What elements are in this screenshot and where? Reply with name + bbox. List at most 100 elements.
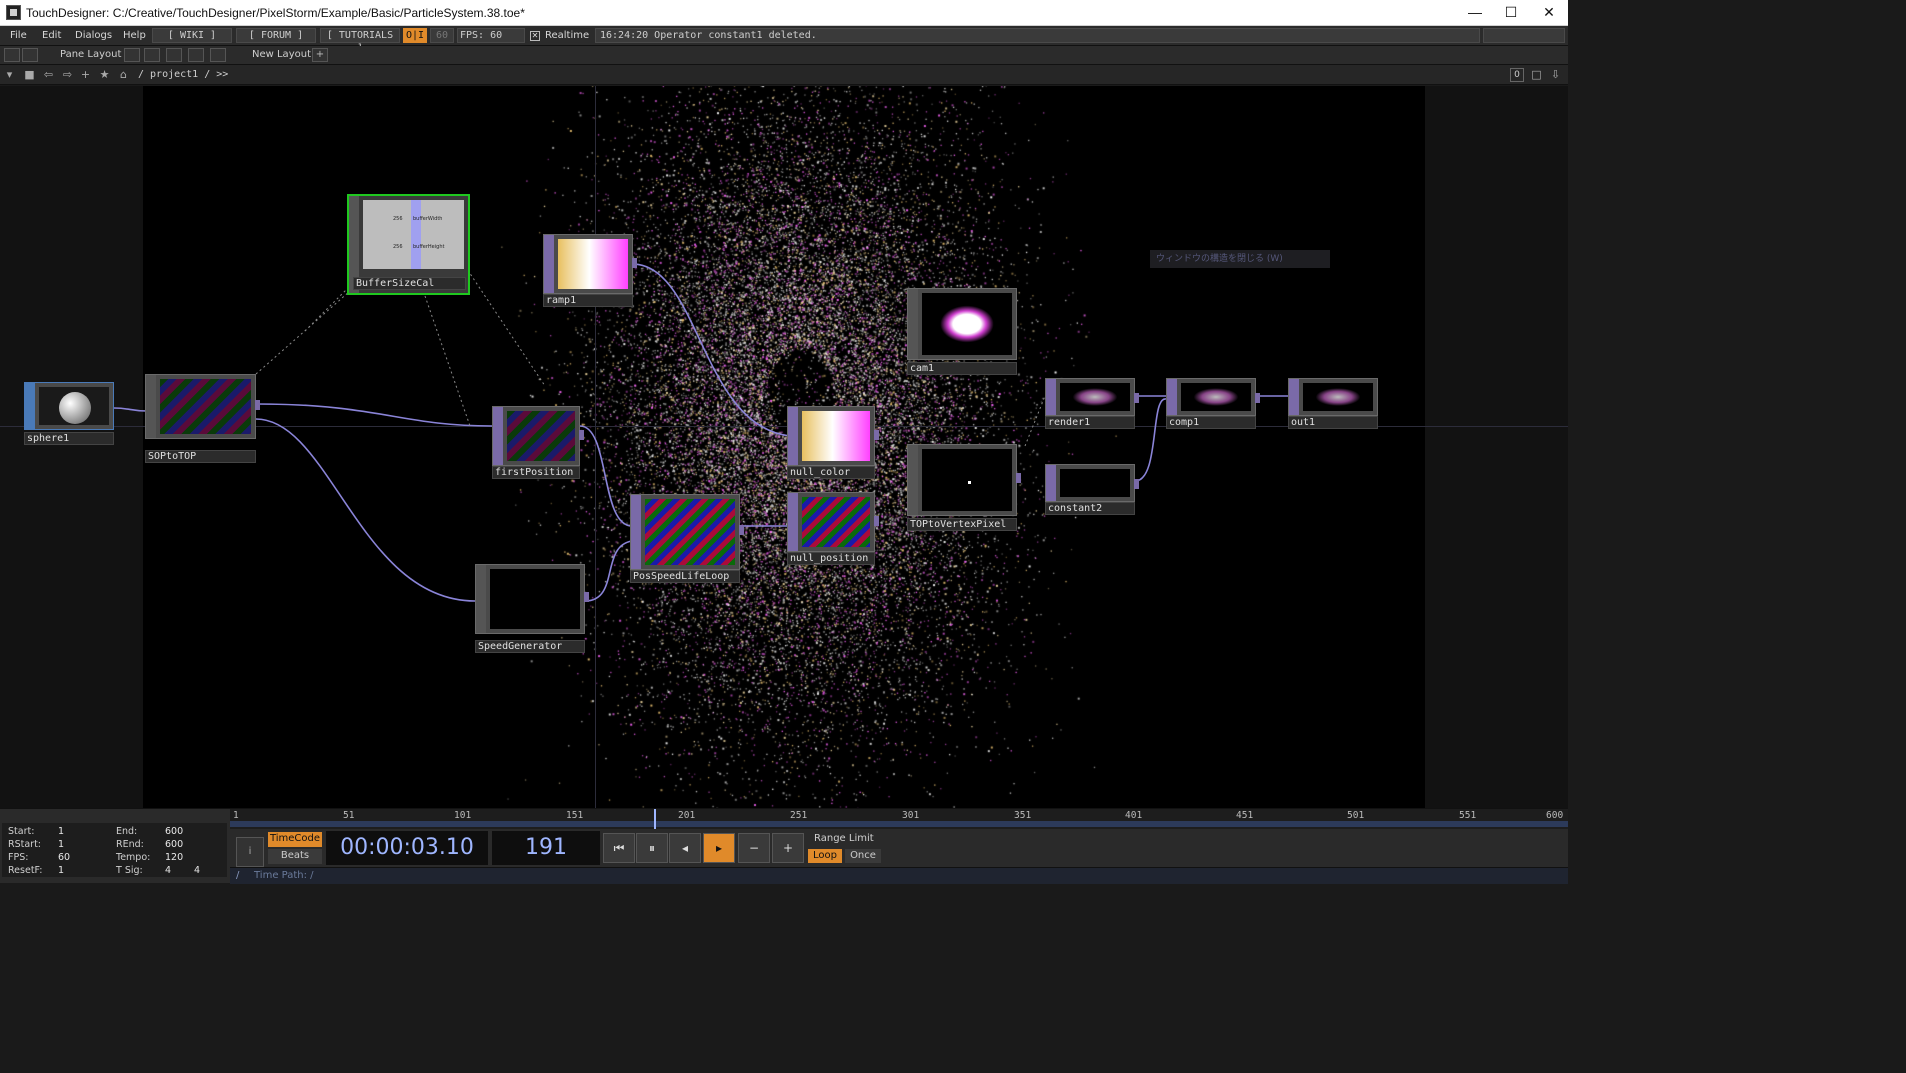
node-firstposition[interactable] (492, 406, 584, 466)
forward-icon[interactable]: ⇨ (60, 68, 75, 82)
layout-split-v-icon[interactable] (144, 48, 160, 62)
chevron-down-icon[interactable]: ▾ (2, 68, 17, 82)
layout-four-icon[interactable] (210, 48, 226, 62)
node-label: constant2 (1045, 502, 1135, 515)
node-comp1[interactable] (1166, 378, 1260, 416)
node-out1[interactable] (1288, 378, 1378, 416)
node-sphere1[interactable] (24, 382, 114, 430)
sphere-preview (59, 392, 91, 424)
layout-three-icon[interactable] (188, 48, 204, 62)
timecode-toggle[interactable]: TimeCode (268, 832, 322, 847)
node-label: sphere1 (24, 432, 114, 445)
star-icon[interactable]: ★ (97, 68, 112, 82)
layout-split-h-icon[interactable] (166, 48, 182, 62)
frame-display[interactable]: 191 (492, 831, 600, 865)
wire (255, 418, 476, 602)
node-label: BufferSizeCal (353, 277, 466, 290)
realtime-checkbox[interactable]: ✕ (530, 31, 540, 41)
ruler-tick: 551 (1459, 810, 1477, 821)
step-back-icon[interactable]: ◂ (669, 833, 701, 863)
node-speedgenerator[interactable] (475, 564, 589, 634)
node-null-color[interactable] (787, 406, 879, 466)
stat-value[interactable]: 60 (58, 852, 70, 863)
play-icon[interactable]: ▸ (703, 833, 735, 863)
node-label: null_position (787, 552, 875, 565)
timecode-display[interactable]: 00:00:03.10 (326, 831, 488, 865)
ruler-tick: 51 (343, 810, 355, 821)
tutorials-button[interactable]: [ TUTORIALS ] (320, 28, 400, 54)
loop-toggle[interactable]: Loop (808, 849, 842, 863)
node-ramp1[interactable] (543, 234, 637, 294)
fps-label: FPS: (460, 30, 485, 41)
playhead[interactable] (654, 809, 656, 829)
menu-help[interactable]: Help (123, 30, 146, 41)
minus-icon[interactable]: − (738, 833, 770, 863)
ruler-tick: 201 (678, 810, 696, 821)
node-cam1[interactable] (907, 288, 1017, 360)
node-label: cam1 (907, 362, 1017, 375)
node-label: SOPtoTOP (145, 450, 256, 463)
stat-label: End: (116, 826, 138, 837)
fps-display: FPS: 60 (457, 28, 525, 43)
pane-layout-label: Pane Layout (60, 49, 122, 60)
node-label: SpeedGenerator (475, 640, 585, 653)
stop-icon[interactable]: ■ (22, 68, 37, 82)
download-icon[interactable]: ⇩ (1548, 68, 1563, 82)
stat-value[interactable]: 4 (194, 865, 200, 876)
wiki-button[interactable]: [ WIKI ] (152, 28, 232, 43)
column-highlight (411, 200, 421, 269)
plus-icon[interactable]: + (772, 833, 804, 863)
timeline-range-bar[interactable] (230, 821, 1568, 827)
stat-value[interactable]: 1 (58, 826, 64, 837)
network-editor[interactable]: ウィンドウの構造を閉じる (W) sphere1 SOPtoTOP 256 bu… (0, 86, 1568, 808)
close-button[interactable]: ✕ (1526, 0, 1572, 26)
pause-icon[interactable]: ⏸ (636, 833, 668, 863)
node-render1[interactable] (1045, 378, 1139, 416)
node-label: ramp1 (543, 294, 633, 307)
menu-edit[interactable]: Edit (42, 30, 61, 41)
timeline-ruler[interactable]: 1 51 101 151 201 251 301 351 401 451 501… (230, 809, 1568, 829)
add-layout-button[interactable]: + (312, 48, 328, 62)
forum-button[interactable]: [ FORUM ] (236, 28, 316, 43)
timeline-bar: 1 51 101 151 201 251 301 351 401 451 501… (0, 808, 1568, 884)
stat-value[interactable]: 1 (58, 865, 64, 876)
time-stats-panel: Start: 1 RStart: 1 FPS: 60 ResetF: 1 End… (2, 823, 227, 877)
dependency-line (304, 285, 351, 332)
pane-image-icon[interactable] (4, 48, 20, 62)
menu-dialogs[interactable]: Dialogs (75, 30, 112, 41)
back-icon[interactable]: ⇦ (41, 68, 56, 82)
fps-value: 60 (490, 30, 503, 41)
stat-value[interactable]: 600 (165, 839, 183, 850)
once-toggle[interactable]: Once (845, 849, 881, 863)
oi-toggle[interactable]: O|I (403, 28, 427, 43)
path-bar: ▾ ■ ⇦ ⇨ + ★ ⌂ / project1 / >> 0 □ ⇩ (0, 65, 1568, 85)
node-buffersizecal[interactable]: 256 bufferWidth 256 bufferHeight BufferS… (347, 194, 470, 295)
add-icon[interactable]: + (78, 68, 93, 82)
stat-value[interactable]: 1 (58, 839, 64, 850)
node-null-position[interactable] (787, 492, 879, 552)
node-posspeedlifeloop[interactable] (630, 494, 744, 570)
stat-value[interactable]: 120 (165, 852, 183, 863)
node-toptovertex[interactable] (907, 444, 1021, 516)
buffer-value: 256 (393, 244, 403, 250)
home-icon[interactable]: ⌂ (116, 68, 131, 82)
rewind-icon[interactable]: ⏮ (603, 833, 635, 863)
maximize-pane-icon[interactable]: □ (1529, 68, 1544, 82)
new-layout-label: New Layout (252, 49, 311, 60)
pane-network-icon[interactable] (22, 48, 38, 62)
wire (255, 403, 493, 427)
node-constant2[interactable] (1045, 464, 1139, 502)
touchdesigner-app-icon (6, 5, 21, 20)
stat-label: REnd: (116, 839, 144, 850)
layout-single-icon[interactable] (124, 48, 140, 62)
node-soptotop[interactable] (145, 374, 260, 439)
status-message: 16:24:20 Operator constant1 deleted. (595, 28, 1480, 43)
beats-toggle[interactable]: Beats (268, 849, 322, 864)
breadcrumb[interactable]: / project1 / >> (138, 69, 228, 80)
menu-bar: File Edit Dialogs Help [ WIKI ] [ FORUM … (0, 26, 1568, 54)
stat-value[interactable]: 4 (165, 865, 171, 876)
range-limit-label: Range Limit (814, 833, 874, 844)
stat-value[interactable]: 600 (165, 826, 183, 837)
menu-file[interactable]: File (10, 30, 27, 41)
timeline-pane-button[interactable]: i (236, 837, 264, 867)
